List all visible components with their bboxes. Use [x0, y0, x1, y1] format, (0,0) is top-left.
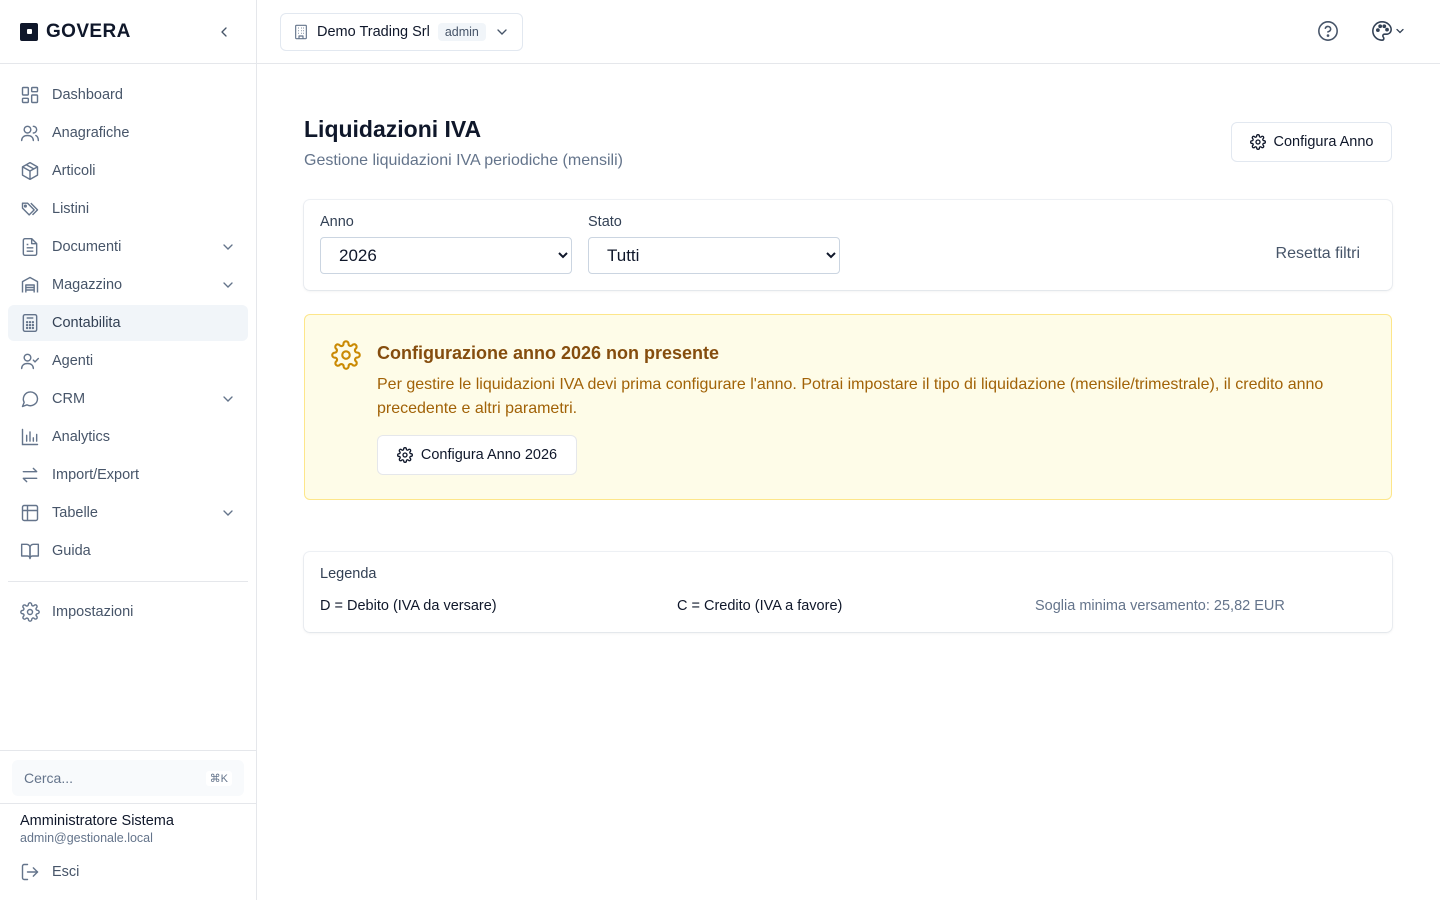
user-email: admin@gestionale.local — [20, 831, 153, 845]
sidebar-item-label: Articoli — [52, 163, 96, 179]
sidebar-item-label: Contabilita — [52, 315, 121, 331]
sidebar-item-label: Dashboard — [52, 87, 123, 103]
tags-icon — [21, 202, 39, 216]
sidebar-item-import-export[interactable]: Import/Export — [8, 457, 248, 493]
sidebar-item-guida[interactable]: Guida — [8, 533, 248, 569]
sidebar-item-label: Anagrafiche — [52, 125, 130, 141]
calculator-icon — [22, 313, 38, 333]
settings-icon — [1249, 134, 1266, 150]
role-badge: admin — [437, 23, 486, 41]
config-alert: Configurazione anno 2026 non presente Pe… — [304, 314, 1392, 500]
sidebar-item-label: Documenti — [52, 239, 122, 255]
company-name: Demo Trading Srl — [317, 24, 430, 40]
year-label: Anno — [320, 214, 354, 230]
dashboard-icon — [21, 86, 39, 104]
arrows-exchange-icon — [22, 467, 38, 483]
legend-debit: D = Debito (IVA da versare) — [320, 598, 497, 614]
chevron-down-icon — [223, 396, 233, 402]
user-check-icon — [20, 353, 40, 370]
sidebar: GOVERA Dashboard Anagrafiche Articoli Li… — [0, 0, 257, 900]
file-text-icon — [22, 237, 38, 257]
chevron-down-icon — [1396, 28, 1404, 34]
sidebar-item-dashboard[interactable]: Dashboard — [8, 77, 248, 113]
sidebar-item-label: CRM — [52, 391, 86, 407]
chevron-down-icon — [497, 29, 507, 35]
chevron-down-icon — [223, 244, 233, 250]
sidebar-item-label: Impostazioni — [52, 604, 134, 620]
sidebar-divider — [8, 581, 248, 582]
sidebar-item-label: Agenti — [52, 353, 94, 369]
table-icon — [21, 504, 39, 522]
sidebar-item-label: Analytics — [52, 429, 111, 445]
bar-chart-icon — [21, 428, 39, 446]
message-circle-icon — [21, 391, 39, 408]
users-icon — [20, 125, 40, 142]
sidebar-nav: Dashboard Anagrafiche Articoli Listini D… — [0, 64, 256, 630]
sidebar-item-label: Listini — [52, 201, 90, 217]
status-select[interactable]: Tutti — [588, 237, 840, 274]
sidebar-item-agenti[interactable]: Agenti — [8, 343, 248, 379]
logo-icon — [20, 22, 38, 41]
book-open-icon — [20, 543, 40, 560]
theme-button[interactable] — [1371, 20, 1406, 42]
help-button[interactable] — [1317, 20, 1339, 42]
user-info: Amministratore Sistema admin@gestionale.… — [20, 813, 174, 845]
legend-card: Legenda D = Debito (IVA da versare) C = … — [304, 552, 1392, 632]
alert-text: Per gestire le liquidazioni IVA devi pri… — [377, 376, 1324, 417]
sidebar-item-anagrafiche[interactable]: Anagrafiche — [8, 115, 248, 151]
alert-title: Configurazione anno 2026 non presente — [377, 343, 720, 363]
sidebar-item-contabilita[interactable]: Contabilita — [8, 305, 248, 341]
settings-icon — [20, 602, 40, 622]
sidebar-item-magazzino[interactable]: Magazzino — [8, 267, 248, 303]
sidebar-item-analytics[interactable]: Analytics — [8, 419, 248, 455]
topbar: Demo Trading Srl admin — [257, 0, 1440, 64]
configure-year-2026-button[interactable]: Configura Anno 2026 — [377, 435, 577, 475]
collapse-sidebar-button[interactable] — [212, 20, 236, 44]
page-subtitle: Gestione liquidazioni IVA periodiche (me… — [304, 152, 623, 169]
user-name: Amministratore Sistema — [20, 813, 174, 829]
settings-icon — [331, 340, 361, 370]
sidebar-item-crm[interactable]: CRM — [8, 381, 248, 417]
sidebar-item-tabelle[interactable]: Tabelle — [8, 495, 248, 531]
filters-card: Anno 2026 Stato Tutti Resetta filtri — [304, 200, 1392, 290]
year-select[interactable]: 2026 — [320, 237, 572, 274]
sidebar-item-listini[interactable]: Listini — [8, 191, 248, 227]
logout-label: Esci — [52, 864, 80, 880]
configure-year-2026-label: Configura Anno 2026 — [420, 447, 558, 463]
log-out-icon — [21, 863, 39, 881]
settings-icon — [396, 447, 413, 463]
chevron-down-icon — [223, 510, 233, 516]
page-title: Liquidazioni IVA — [304, 116, 482, 142]
chevron-down-icon — [223, 282, 233, 288]
sidebar-item-label: Tabelle — [52, 505, 98, 521]
brand-header: GOVERA — [0, 0, 256, 64]
legend-title: Legenda — [320, 566, 377, 582]
package-icon — [21, 161, 39, 181]
sidebar-search-area: ⌘K — [0, 750, 256, 804]
sidebar-item-impostazioni[interactable]: Impostazioni — [8, 594, 248, 630]
help-circle-icon — [1318, 21, 1338, 41]
chevron-left-icon — [221, 26, 227, 37]
reset-filters-button[interactable]: Resetta filtri — [1276, 245, 1360, 263]
warehouse-icon — [21, 276, 39, 293]
sidebar-item-documenti[interactable]: Documenti — [8, 229, 248, 265]
sidebar-item-label: Import/Export — [52, 467, 140, 483]
company-selector[interactable]: Demo Trading Srl admin — [280, 13, 523, 51]
brand-name: GOVERA — [46, 20, 131, 42]
logout-button[interactable]: Esci — [20, 862, 79, 882]
sidebar-item-articoli[interactable]: Articoli — [8, 153, 248, 189]
search-input[interactable] — [24, 770, 206, 786]
search-box: ⌘K — [12, 760, 244, 796]
sidebar-item-label: Guida — [52, 543, 91, 559]
configure-year-label: Configura Anno — [1273, 134, 1374, 150]
building-icon — [295, 24, 307, 40]
configure-year-button[interactable]: Configura Anno — [1231, 122, 1392, 162]
palette-icon — [1372, 21, 1392, 41]
status-label: Stato — [588, 214, 622, 230]
sidebar-item-label: Magazzino — [52, 277, 123, 293]
legend-credit: C = Credito (IVA a favore) — [677, 598, 843, 614]
search-shortcut-badge: ⌘K — [205, 770, 232, 786]
legend-threshold: Soglia minima versamento: 25,82 EUR — [1035, 598, 1285, 614]
